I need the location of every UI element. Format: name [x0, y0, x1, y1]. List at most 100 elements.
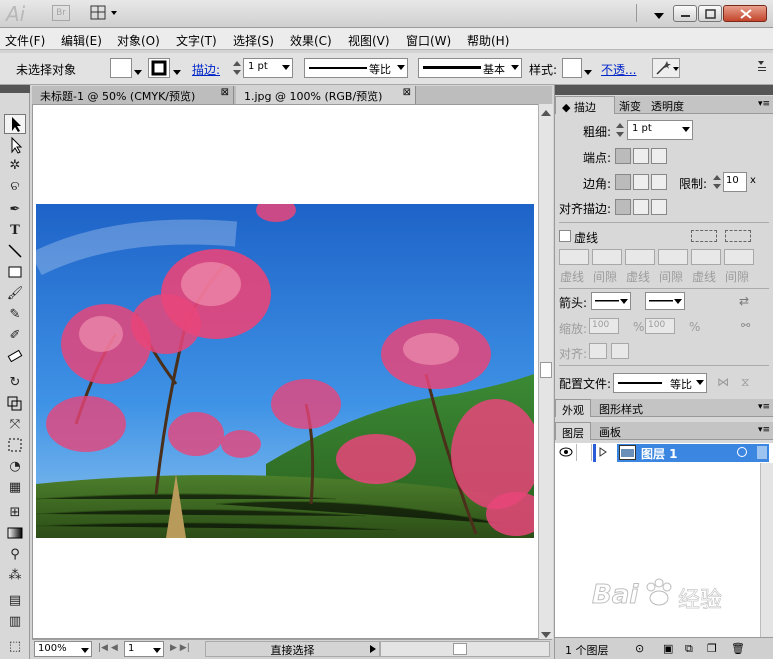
vertical-scrollbar[interactable]	[538, 104, 553, 639]
menu-view[interactable]: 视图(V)	[348, 32, 390, 49]
scroll-thumb[interactable]	[540, 362, 552, 378]
miter-join-icon[interactable]	[615, 174, 631, 190]
end-arrowhead-select[interactable]	[645, 292, 685, 310]
stroke-swatch[interactable]	[148, 58, 170, 78]
target-circle-icon[interactable]	[737, 447, 747, 457]
scroll-thumb[interactable]	[453, 643, 467, 655]
blob-brush-tool-icon[interactable]: ✐	[4, 326, 26, 346]
bridge-button[interactable]: Br	[52, 5, 70, 21]
weight-stepper[interactable]	[615, 121, 625, 139]
close-icon[interactable]: ⊠	[403, 87, 411, 98]
tab-artboards[interactable]: 画板	[593, 422, 627, 440]
expand-triangle-icon[interactable]	[599, 447, 607, 460]
selection-indicator[interactable]	[757, 446, 767, 459]
tab-graphic-styles[interactable]: 图形样式	[593, 399, 649, 417]
tab-appearance[interactable]: 外观	[555, 399, 591, 417]
panel-menu-icon[interactable]: ▾≡	[758, 425, 770, 435]
close-icon[interactable]: ⊠	[221, 87, 229, 98]
new-sublayer-icon[interactable]: ⧉	[685, 642, 693, 656]
flip-along-icon[interactable]: ⋈	[717, 375, 729, 389]
panel-grip[interactable]	[0, 85, 30, 93]
align-center-icon[interactable]	[615, 199, 631, 215]
pencil-tool-icon[interactable]: ✎	[4, 305, 26, 325]
artboard-nav-first-icon[interactable]: |◀ ◀	[98, 643, 118, 653]
tab-untitled[interactable]: 未标题-1 @ 50% (CMYK/预览) ⊠	[32, 86, 234, 104]
projecting-cap-icon[interactable]	[651, 148, 667, 164]
symbol-sprayer-tool-icon[interactable]: ▤	[4, 591, 26, 611]
fill-swatch[interactable]	[110, 58, 132, 78]
layers-scrollbar[interactable]	[760, 463, 773, 637]
close-button[interactable]	[723, 5, 767, 22]
fill-dropdown-icon[interactable]	[134, 65, 142, 78]
clipping-mask-icon[interactable]: ▣	[663, 642, 673, 655]
stroke-dropdown-icon[interactable]	[173, 65, 181, 78]
start-arrowhead-select[interactable]	[591, 292, 631, 310]
style-dropdown-icon[interactable]	[584, 65, 592, 78]
shape-builder-tool-icon[interactable]: ◔	[4, 457, 26, 477]
menu-edit[interactable]: 编辑(E)	[61, 32, 102, 49]
rectangle-tool-icon[interactable]	[4, 263, 26, 283]
layers-list-area[interactable]	[555, 463, 773, 637]
style-swatch[interactable]	[562, 58, 582, 78]
weight-select[interactable]: 1 pt	[627, 120, 693, 140]
link-scale-icon[interactable]: ⚯	[741, 319, 750, 332]
zoom-select[interactable]: 100%	[34, 641, 92, 657]
width-tool-icon[interactable]: ⤧	[4, 415, 26, 435]
tab-transparency[interactable]: 透明度	[645, 96, 690, 114]
artboard-nav-last-icon[interactable]: ▶ ▶|	[170, 643, 190, 653]
minimize-button[interactable]	[673, 5, 697, 22]
new-layer-icon[interactable]: ❐	[707, 642, 717, 655]
wand-options-icon[interactable]	[652, 58, 680, 78]
pen-tool-icon[interactable]: ✒	[4, 200, 26, 220]
rotate-tool-icon[interactable]: ↻	[4, 373, 26, 393]
panel-menu-icon[interactable]: ▾≡	[758, 402, 770, 412]
eraser-tool-icon[interactable]	[4, 347, 26, 367]
panel-menu-icon[interactable]: ▾≡	[758, 99, 770, 109]
arrange-documents-icon[interactable]	[90, 5, 120, 21]
align-outside-icon[interactable]	[651, 199, 667, 215]
profile-select[interactable]: 等比	[613, 373, 707, 393]
type-tool-icon[interactable]: T	[4, 221, 26, 241]
layer-selected[interactable]: 图层 1	[593, 444, 769, 462]
flip-across-icon[interactable]: ⧖	[741, 375, 749, 390]
align-dash-icon[interactable]	[725, 230, 751, 242]
weight-stepper[interactable]	[232, 59, 242, 77]
stroke-link[interactable]: 描边:	[192, 61, 220, 78]
opacity-link[interactable]: 不透...	[601, 61, 636, 78]
workspace-dropdown-icon[interactable]	[654, 9, 664, 22]
placed-image[interactable]	[36, 204, 534, 538]
mesh-tool-icon[interactable]: ⊞	[4, 503, 26, 523]
locate-object-icon[interactable]: ⊙	[635, 642, 644, 655]
menu-object[interactable]: 对象(O)	[117, 32, 160, 49]
menu-effect[interactable]: 效果(C)	[290, 32, 332, 49]
lasso-tool-icon[interactable]: ଚ	[4, 177, 26, 197]
column-graph-tool-icon[interactable]: ▥	[4, 612, 26, 632]
lock-toggle[interactable]	[576, 444, 592, 461]
magic-wand-tool-icon[interactable]: ✲	[4, 156, 26, 176]
free-transform-tool-icon[interactable]	[4, 436, 26, 456]
limit-input[interactable]: 10	[723, 172, 747, 192]
blend-tool-icon[interactable]: ⁂	[4, 566, 26, 586]
bevel-join-icon[interactable]	[651, 174, 667, 190]
menu-window[interactable]: 窗口(W)	[406, 32, 451, 49]
brush-definition-select[interactable]: 基本	[418, 58, 522, 78]
maximize-button[interactable]	[698, 5, 722, 22]
scroll-up-icon[interactable]	[541, 106, 551, 119]
menu-help[interactable]: 帮助(H)	[467, 32, 509, 49]
menu-file[interactable]: 文件(F)	[5, 32, 45, 49]
menu-select[interactable]: 选择(S)	[233, 32, 274, 49]
dashed-checkbox[interactable]	[559, 230, 571, 242]
horizontal-scrollbar[interactable]	[380, 641, 550, 657]
gradient-tool-icon[interactable]	[4, 524, 26, 544]
panel-grip[interactable]	[555, 85, 773, 95]
artboard-tool-icon[interactable]: ⬚	[4, 637, 26, 657]
swap-arrowheads-icon[interactable]: ⇄	[739, 294, 749, 308]
perspective-grid-tool-icon[interactable]: ▦	[4, 478, 26, 498]
menu-type[interactable]: 文字(T)	[176, 32, 217, 49]
stroke-weight-select[interactable]: 1 pt	[243, 58, 293, 78]
round-cap-icon[interactable]	[633, 148, 649, 164]
direct-selection-tool-icon[interactable]	[4, 136, 26, 156]
eyedropper-tool-icon[interactable]: ⚲	[4, 545, 26, 565]
visibility-eye-icon[interactable]	[559, 447, 573, 460]
round-join-icon[interactable]	[633, 174, 649, 190]
